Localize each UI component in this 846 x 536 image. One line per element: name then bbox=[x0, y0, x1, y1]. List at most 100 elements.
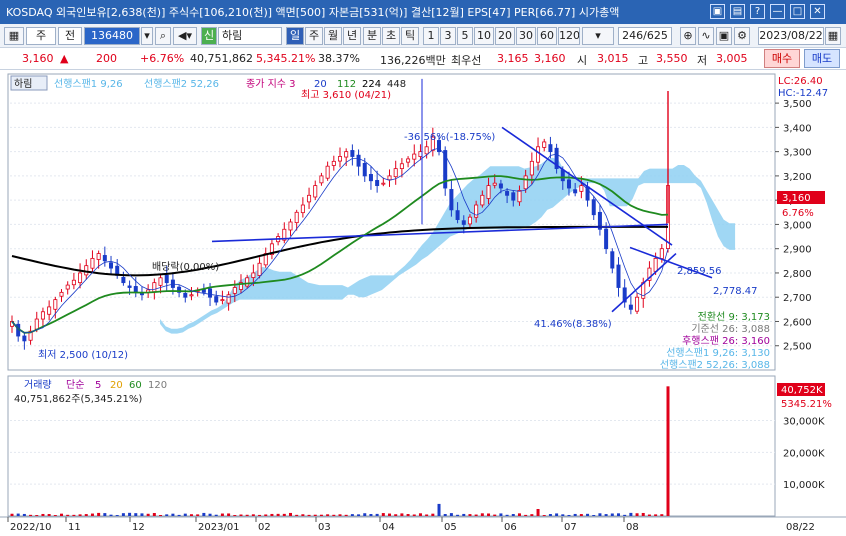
volume-legend-simple: 단순 bbox=[66, 379, 84, 391]
stock-chart[interactable]: 10,000K 20,000K 30,000K 2,500 2,600 2,700 2,8… bbox=[0, 70, 846, 536]
volume-tick-label: 10,000K bbox=[783, 480, 825, 491]
search-icon[interactable]: ⌕ bbox=[155, 27, 171, 45]
layout-window-icon[interactable]: ▤ bbox=[730, 4, 745, 19]
candle-body bbox=[183, 292, 188, 298]
gear-icon[interactable]: ⚙ bbox=[734, 27, 750, 45]
volume-bar bbox=[208, 513, 212, 516]
ichimoku-span1: 선행스팬1 9,26: 3,130 bbox=[666, 347, 770, 359]
x-tick-label: 2023/01 bbox=[198, 522, 240, 533]
minute-60-button[interactable]: 60 bbox=[537, 27, 557, 45]
candle-body bbox=[653, 257, 658, 272]
ichimoku-lagging: 후행스팬 26: 3,160 bbox=[682, 335, 770, 347]
volume-bar bbox=[214, 514, 218, 516]
type-select[interactable]: 주 bbox=[26, 27, 56, 45]
up-arrow-icon: ▲ bbox=[60, 52, 69, 65]
minimize-icon[interactable]: — bbox=[770, 4, 785, 19]
minute-1-button[interactable]: 1 bbox=[423, 27, 439, 45]
volume-bar bbox=[623, 514, 627, 516]
candle-body bbox=[109, 262, 114, 269]
stock-code-input[interactable]: 136480 bbox=[84, 27, 140, 45]
low-annotation: 최저 2,500 (10/12) bbox=[38, 349, 128, 361]
volume-bar bbox=[517, 513, 521, 516]
volume-bar bbox=[616, 513, 620, 516]
candle-body bbox=[337, 156, 342, 162]
volume-bar bbox=[41, 513, 45, 516]
legend-span2: 선행스팬2 52,26 bbox=[144, 78, 219, 90]
period-monthly-button[interactable]: 월 bbox=[324, 27, 342, 45]
volume-bar bbox=[276, 513, 280, 516]
sell-button[interactable]: 매도 bbox=[804, 49, 840, 68]
draw-tool-icon[interactable]: ∿ bbox=[698, 27, 714, 45]
volume-bar bbox=[90, 513, 94, 516]
market-select[interactable]: 전 bbox=[58, 27, 82, 45]
ichimoku-span2: 선행스팬2 52,26: 3,088 bbox=[660, 359, 770, 371]
minute-20-button[interactable]: 20 bbox=[495, 27, 515, 45]
period-yearly-button[interactable]: 년 bbox=[343, 27, 361, 45]
high-annotation: 최고 3,610 (04/21) bbox=[301, 89, 391, 101]
volume-bar bbox=[270, 513, 274, 516]
candle-body bbox=[102, 255, 107, 262]
volume-bar bbox=[115, 515, 119, 516]
volume-bar bbox=[295, 514, 299, 516]
volume-bar bbox=[159, 515, 163, 516]
candle-body bbox=[226, 294, 231, 304]
speaker-icon[interactable]: ◀▾ bbox=[173, 27, 197, 45]
toolbar: ▦ 주 전 136480 ▾ ⌕ ◀▾ 신 하림 일 주 월 년 분 초 틱 1… bbox=[0, 24, 846, 48]
trend-rise-annotation: 41.46%(8.38%) bbox=[534, 319, 612, 330]
volume-bar bbox=[109, 514, 113, 516]
interval-select[interactable]: ▾ bbox=[582, 27, 614, 45]
maximize-icon[interactable]: □ bbox=[790, 4, 805, 19]
zoom-in-icon[interactable]: ⊕ bbox=[680, 27, 696, 45]
candle-body bbox=[461, 220, 466, 225]
legend-ma448: 448 bbox=[387, 79, 406, 90]
volume-bar bbox=[245, 514, 249, 516]
volume-bar bbox=[121, 513, 125, 516]
volume-bar bbox=[264, 514, 268, 516]
candle-body bbox=[84, 265, 89, 276]
link-window-icon[interactable]: ▣ bbox=[710, 4, 725, 19]
quote-info-row: 3,160 ▲ 200 +6.76% 40,751,862 5,345.21% … bbox=[0, 48, 846, 70]
legend-ma20: 20 bbox=[314, 79, 327, 90]
volume-bar bbox=[412, 514, 416, 516]
candle-body bbox=[517, 190, 522, 203]
close-icon[interactable]: ✕ bbox=[810, 4, 825, 19]
minute-5-button[interactable]: 5 bbox=[457, 27, 473, 45]
period-daily-button[interactable]: 일 bbox=[286, 27, 304, 45]
volume-bar bbox=[660, 514, 664, 516]
period-weekly-button[interactable]: 주 bbox=[305, 27, 323, 45]
minute-30-button[interactable]: 30 bbox=[516, 27, 536, 45]
help-icon[interactable]: ? bbox=[750, 4, 765, 19]
high-price: 3,550 bbox=[656, 52, 688, 65]
window-title: KOSDAQ 외국인보유[2,638(천)] 주식수[106,210(천)] 액… bbox=[6, 6, 620, 19]
candle-body bbox=[288, 221, 293, 231]
candle-body bbox=[610, 251, 615, 269]
minute-10-button[interactable]: 10 bbox=[474, 27, 494, 45]
volume-bar bbox=[152, 513, 156, 516]
volume-bar bbox=[47, 514, 51, 516]
period-minute-button[interactable]: 분 bbox=[363, 27, 381, 45]
volume-bar bbox=[171, 513, 175, 516]
period-tick-button[interactable]: 틱 bbox=[401, 27, 419, 45]
minute-120-button[interactable]: 120 bbox=[558, 27, 580, 45]
candle-body bbox=[542, 141, 547, 148]
volume-value: 40,751,862 bbox=[190, 52, 253, 65]
calendar-icon[interactable]: ▦ bbox=[825, 27, 841, 45]
ichimoku-conversion: 전환선 9: 3,173 bbox=[698, 311, 770, 323]
period-second-button[interactable]: 초 bbox=[382, 27, 400, 45]
buy-button[interactable]: 매수 bbox=[764, 49, 800, 68]
volume-bar bbox=[524, 514, 528, 516]
candle-body bbox=[616, 264, 621, 288]
grid-icon[interactable]: ▦ bbox=[4, 27, 24, 45]
volume-bar bbox=[375, 513, 379, 516]
candle-body bbox=[294, 211, 299, 224]
ichimoku-base: 기준선 26: 3,088 bbox=[691, 323, 770, 335]
dividend-annotation: 배당락(0.00%) bbox=[152, 261, 219, 273]
code-dropdown-icon[interactable]: ▾ bbox=[141, 27, 153, 45]
date-input[interactable]: 2023/08/22 bbox=[758, 27, 824, 45]
volume-bar bbox=[165, 514, 169, 516]
minute-3-button[interactable]: 3 bbox=[440, 27, 456, 45]
candle-body bbox=[53, 299, 58, 310]
legend-span1: 선행스팬1 9,26 bbox=[54, 78, 123, 90]
candle-body bbox=[257, 262, 262, 276]
save-icon[interactable]: ▣ bbox=[716, 27, 732, 45]
